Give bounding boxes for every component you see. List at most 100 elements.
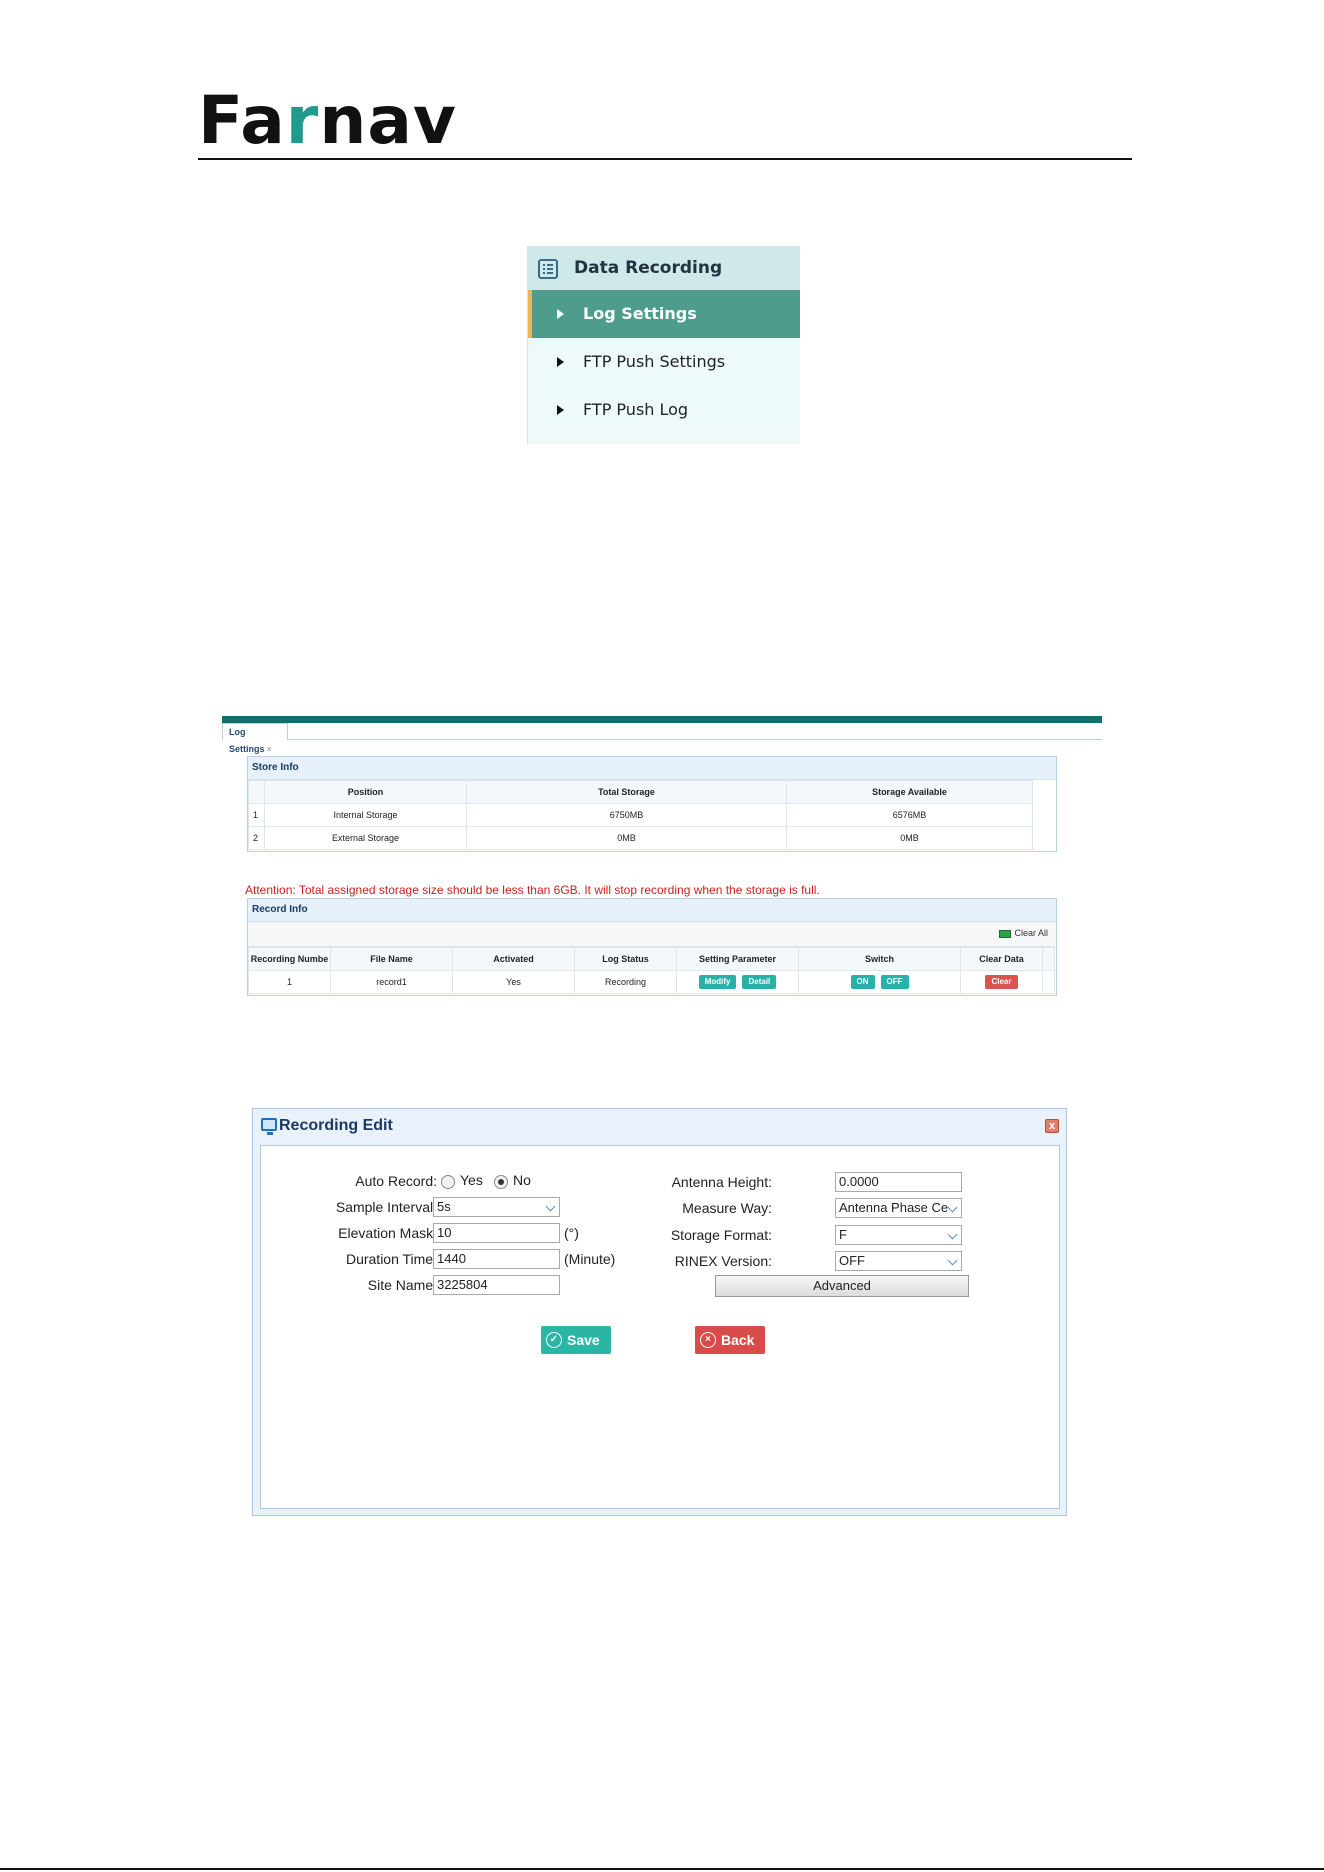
clear-all-icon: [999, 929, 1012, 938]
close-circle-icon: ×: [700, 1332, 716, 1348]
caret-right-icon: [557, 405, 564, 415]
table-header-row: Position Total Storage Storage Available: [248, 780, 1033, 804]
column-header: File Name: [330, 947, 453, 971]
on-button[interactable]: ON: [850, 975, 875, 989]
recording-number-cell: 1: [248, 970, 331, 994]
data-recording-menu: Data Recording Log Settings FTP Push Set…: [527, 246, 800, 444]
column-header: Log Status: [574, 947, 677, 971]
column-header: Position: [264, 780, 467, 804]
column-header: Setting Parameter: [676, 947, 799, 971]
recording-edit-dialog: Recording Edit x Auto Record: Yes No Sam…: [252, 1108, 1067, 1516]
measure-way-label: Measure Way:: [682, 1200, 772, 1216]
storage-available-cell: 0MB: [786, 826, 1033, 850]
activated-cell: Yes: [452, 970, 575, 994]
menu-item-ftp-push-settings[interactable]: FTP Push Settings: [528, 338, 800, 386]
store-info-table: Position Total Storage Storage Available…: [248, 780, 1033, 850]
duration-time-unit: (Minute): [564, 1251, 616, 1267]
record-toolbar: Clear All: [248, 922, 1056, 947]
storage-available-cell: 6576MB: [786, 803, 1033, 827]
elevation-mask-input[interactable]: 10: [433, 1223, 560, 1243]
column-header: Recording Numbe: [248, 947, 331, 971]
clear-button[interactable]: Clear: [985, 975, 1018, 989]
storage-format-label: Storage Format:: [670, 1227, 772, 1243]
top-bar: [222, 716, 1102, 723]
table-header-row: Recording Numbe File Name Activated Log …: [248, 947, 1055, 971]
storage-format-select[interactable]: F: [835, 1225, 962, 1245]
column-header: [248, 780, 265, 804]
caret-right-icon: [557, 309, 564, 319]
rinex-version-select[interactable]: OFF: [835, 1251, 962, 1271]
off-button[interactable]: OFF: [880, 975, 909, 989]
record-info-table: Recording Numbe File Name Activated Log …: [248, 947, 1055, 994]
row-number: 2: [248, 826, 265, 850]
detail-button[interactable]: Detail: [742, 975, 777, 989]
attention-message: Attention: Total assigned storage size s…: [245, 883, 820, 897]
list-icon: [538, 259, 558, 279]
antenna-height-label: Antenna Height:: [671, 1174, 772, 1190]
total-storage-cell: 0MB: [466, 826, 787, 850]
tab-log-settings[interactable]: Log Settings ×: [222, 723, 288, 754]
menu-item-ftp-push-log[interactable]: FTP Push Log: [528, 386, 800, 434]
auto-record-yes-label: Yes: [460, 1172, 483, 1188]
auto-record-label: Auto Record:: [355, 1173, 437, 1189]
close-icon[interactable]: x: [1045, 1119, 1059, 1133]
setting-parameter-cell: Modify Detail: [676, 970, 799, 994]
footer-rule: [0, 1868, 1324, 1870]
menu-item-label: Log Settings: [583, 304, 697, 323]
table-row[interactable]: 1 record1 Yes Recording Modify Detail ON O…: [248, 970, 1055, 994]
column-header: Total Storage: [466, 780, 787, 804]
sample-interval-label: Sample Interval:: [335, 1199, 437, 1215]
save-button[interactable]: ✓ Save: [541, 1326, 611, 1354]
site-name-label: Site Name:: [367, 1277, 437, 1293]
modify-button[interactable]: Modify: [698, 975, 737, 989]
record-info-title: Record Info: [248, 899, 1056, 922]
duration-time-input[interactable]: 1440: [433, 1249, 560, 1269]
column-header: [1042, 947, 1055, 971]
file-name-cell: record1: [330, 970, 453, 994]
column-header: Activated: [452, 947, 575, 971]
row-number: 1: [248, 803, 265, 827]
tab-strip: [222, 723, 1102, 740]
column-header: Switch: [798, 947, 961, 971]
menu-item-label: FTP Push Settings: [583, 352, 726, 371]
dialog-body: Auto Record: Yes No Sample Interval: 5s …: [260, 1145, 1060, 1509]
elevation-mask-unit: (°): [564, 1225, 579, 1241]
position-cell: External Storage: [264, 826, 467, 850]
site-name-input[interactable]: 3225804: [433, 1275, 560, 1295]
log-settings-panel: Log Settings × Store Info Position Total …: [222, 716, 1102, 996]
header-rule: [198, 158, 1132, 160]
menu-header[interactable]: Data Recording: [528, 246, 800, 290]
clear-data-cell: Clear: [960, 970, 1043, 994]
tab-close-icon[interactable]: ×: [267, 744, 272, 754]
menu-item-log-settings[interactable]: Log Settings: [528, 290, 800, 338]
sample-interval-select[interactable]: 5s: [433, 1197, 560, 1217]
record-info-box: Record Info Clear All Recording Numbe Fi…: [247, 898, 1057, 996]
total-storage-cell: 6750MB: [466, 803, 787, 827]
auto-record-yes-radio[interactable]: [441, 1175, 455, 1189]
log-status-cell: Recording: [574, 970, 677, 994]
column-header: Storage Available: [786, 780, 1033, 804]
menu-item-label: FTP Push Log: [583, 400, 689, 419]
auto-record-no-label: No: [513, 1172, 531, 1188]
caret-right-icon: [557, 357, 564, 367]
check-circle-icon: ✓: [546, 1332, 562, 1348]
table-row[interactable]: 1 Internal Storage 6750MB 6576MB: [248, 803, 1033, 827]
back-button[interactable]: × Back: [695, 1326, 765, 1354]
store-info-box: Store Info Position Total Storage Storag…: [247, 756, 1057, 852]
advanced-button[interactable]: Advanced: [715, 1275, 969, 1297]
menu-header-label: Data Recording: [574, 258, 723, 278]
empty-cell: [1042, 970, 1055, 994]
measure-way-select[interactable]: Antenna Phase Ce: [835, 1198, 962, 1218]
monitor-icon: [261, 1118, 277, 1135]
elevation-mask-label: Elevation Mask:: [338, 1225, 437, 1241]
farnav-logo: Farnav: [198, 82, 457, 159]
antenna-height-input[interactable]: 0.0000: [835, 1172, 962, 1192]
position-cell: Internal Storage: [264, 803, 467, 827]
dialog-title: Recording Edit: [279, 1117, 393, 1134]
auto-record-no-radio[interactable]: [494, 1175, 508, 1189]
rinex-version-label: RINEX Version:: [674, 1253, 772, 1269]
table-row[interactable]: 2 External Storage 0MB 0MB: [248, 826, 1033, 850]
column-header: Clear Data: [960, 947, 1043, 971]
clear-all-button[interactable]: Clear All: [999, 928, 1048, 938]
duration-time-label: Duration Time:: [345, 1251, 437, 1267]
